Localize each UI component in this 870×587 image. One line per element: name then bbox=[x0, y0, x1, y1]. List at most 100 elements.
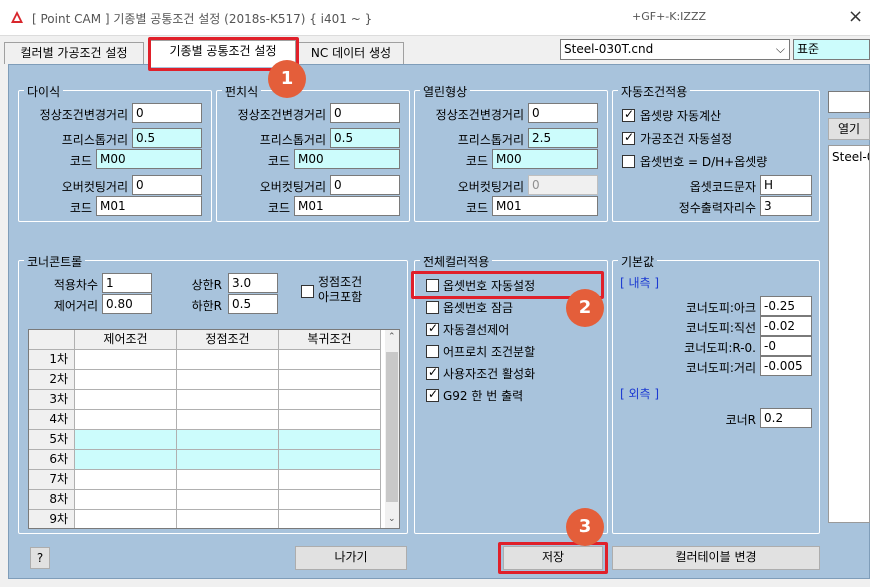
app-logo-icon bbox=[11, 11, 23, 23]
die-input-3[interactable]: 0 bbox=[132, 175, 202, 195]
open-file-button[interactable]: 열기 bbox=[828, 118, 870, 140]
table-cell[interactable] bbox=[177, 350, 279, 370]
table-cell[interactable] bbox=[279, 470, 381, 490]
table-cell[interactable] bbox=[279, 430, 381, 450]
table-cell[interactable] bbox=[279, 410, 381, 430]
inner-input-3[interactable]: -0.005 bbox=[760, 356, 812, 376]
table-cell[interactable] bbox=[279, 350, 381, 370]
die-input-4[interactable]: M01 bbox=[96, 196, 202, 216]
punch-input-2[interactable]: M00 bbox=[294, 149, 400, 169]
table-scrollbar[interactable]: ⌃ ⌄ bbox=[385, 330, 399, 528]
right-input[interactable] bbox=[828, 91, 870, 113]
auto-check-0[interactable]: ✓ bbox=[622, 107, 635, 122]
open-input-0[interactable]: 0 bbox=[528, 103, 598, 123]
table-header-return: 복귀조건 bbox=[279, 330, 381, 350]
punch-input-1[interactable]: 0.5 bbox=[330, 128, 400, 148]
table-cell[interactable] bbox=[75, 370, 177, 390]
die-label-0: 정상조건변경거리 bbox=[39, 108, 128, 122]
control-dist-input[interactable]: 0.80 bbox=[102, 294, 152, 314]
open-input-4[interactable]: M01 bbox=[492, 196, 598, 216]
global-check-1[interactable] bbox=[426, 301, 439, 314]
file-combo[interactable]: Steel-030T.cnd ⌵ bbox=[560, 39, 790, 60]
tab-color-machining[interactable]: 컬러별 가공조건 설정 bbox=[4, 42, 144, 64]
tab-nc-data[interactable]: NC 데이터 생성 bbox=[298, 42, 404, 64]
inner-label-1: 코너도피:직선 bbox=[685, 321, 756, 335]
table-cell[interactable] bbox=[177, 410, 279, 430]
table-cell[interactable] bbox=[177, 470, 279, 490]
scroll-down-icon[interactable]: ⌄ bbox=[388, 514, 396, 524]
apply-count-input[interactable]: 1 bbox=[102, 273, 152, 293]
help-button[interactable]: ? bbox=[30, 547, 50, 569]
group-basic-title: 기본값 bbox=[618, 253, 658, 270]
int-digits-input[interactable]: 3 bbox=[760, 196, 812, 216]
group-auto-title: 자동조건적용 bbox=[618, 83, 691, 100]
table-cell[interactable] bbox=[279, 490, 381, 510]
upper-r-input[interactable]: 3.0 bbox=[228, 273, 278, 293]
inner-side-label: [ 내측 ] bbox=[620, 276, 660, 290]
offset-code-input[interactable]: H bbox=[760, 175, 812, 195]
table-cell[interactable] bbox=[75, 350, 177, 370]
open-input-2[interactable]: M00 bbox=[492, 149, 598, 169]
table-cell[interactable] bbox=[279, 510, 381, 528]
table-cell[interactable] bbox=[279, 450, 381, 470]
inner-input-1[interactable]: -0.02 bbox=[760, 316, 812, 336]
open-label-3: 오버컷팅거리 bbox=[457, 180, 524, 194]
scroll-thumb[interactable] bbox=[386, 352, 398, 502]
global-check-2[interactable]: ✓ bbox=[426, 321, 439, 336]
punch-input-0[interactable]: 0 bbox=[330, 103, 400, 123]
apply-count-label: 적용차수 bbox=[53, 278, 98, 292]
file-list-item[interactable]: Steel-03 bbox=[832, 150, 869, 164]
table-header-control: 제어조건 bbox=[75, 330, 177, 350]
auto-check-2[interactable] bbox=[622, 155, 635, 168]
global-check-label-2: 자동결선제어 bbox=[443, 323, 510, 337]
offset-code-label: 옵셋코드문자 bbox=[689, 180, 756, 194]
table-cell[interactable] bbox=[279, 370, 381, 390]
table-cell[interactable] bbox=[75, 510, 177, 528]
table-cell[interactable] bbox=[75, 430, 177, 450]
standard-combo[interactable]: 표준 bbox=[793, 39, 870, 60]
exit-button[interactable]: 나가기 bbox=[295, 546, 407, 570]
die-input-1[interactable]: 0.5 bbox=[132, 128, 202, 148]
table-cell[interactable] bbox=[75, 490, 177, 510]
auto-check-1[interactable]: ✓ bbox=[622, 130, 635, 145]
die-input-0[interactable]: 0 bbox=[132, 103, 202, 123]
punch-input-4[interactable]: M01 bbox=[294, 196, 400, 216]
table-cell[interactable] bbox=[177, 390, 279, 410]
table-cell[interactable] bbox=[177, 450, 279, 470]
table-cell[interactable] bbox=[177, 430, 279, 450]
corner-r-input[interactable]: 0.2 bbox=[760, 408, 812, 428]
table-row-header: 9차 bbox=[29, 510, 75, 528]
auto-check-label-2: 옵셋번호 = D/H+옵셋량 bbox=[640, 155, 768, 169]
punch-input-3[interactable]: 0 bbox=[330, 175, 400, 195]
table-cell[interactable] bbox=[177, 510, 279, 528]
table-cell[interactable] bbox=[75, 390, 177, 410]
file-combo-value: Steel-030T.cnd bbox=[564, 42, 654, 56]
global-check-5[interactable]: ✓ bbox=[426, 387, 439, 402]
lower-r-input[interactable]: 0.5 bbox=[228, 294, 278, 314]
vertex-arc-checkbox[interactable] bbox=[301, 285, 314, 298]
global-check-4[interactable]: ✓ bbox=[426, 365, 439, 380]
die-input-2[interactable]: M00 bbox=[96, 149, 202, 169]
global-check-3[interactable] bbox=[426, 345, 439, 358]
table-cell[interactable] bbox=[75, 470, 177, 490]
open-input-3: 0 bbox=[528, 175, 598, 195]
highlight-box-save bbox=[498, 542, 608, 574]
color-table-button[interactable]: 컬러테이블 변경 bbox=[612, 546, 820, 570]
scroll-up-icon[interactable]: ⌃ bbox=[388, 332, 396, 342]
step-badge-3: 3 bbox=[566, 508, 604, 546]
file-list[interactable]: Steel-03 bbox=[828, 145, 870, 523]
close-icon[interactable]: × bbox=[848, 6, 863, 27]
inner-input-2[interactable]: -0 bbox=[760, 336, 812, 356]
inner-input-0[interactable]: -0.25 bbox=[760, 296, 812, 316]
table-cell[interactable] bbox=[75, 450, 177, 470]
corner-table: 제어조건 정점조건 복귀조건 1차 2차 3차 4차 5차 6차 7차 8차 9차 bbox=[28, 329, 400, 529]
table-cell[interactable] bbox=[177, 490, 279, 510]
open-input-1[interactable]: 2.5 bbox=[528, 128, 598, 148]
table-cell[interactable] bbox=[75, 410, 177, 430]
window-title: [ Point CAM ] 기종별 공통조건 설정 (2018s-K517) {… bbox=[32, 12, 373, 26]
group-punch-title: 펀치식 bbox=[222, 83, 262, 100]
table-cell[interactable] bbox=[177, 370, 279, 390]
table-row-header: 7차 bbox=[29, 470, 75, 490]
table-cell[interactable] bbox=[279, 390, 381, 410]
open-label-1: 프리스톱거리 bbox=[457, 133, 524, 147]
